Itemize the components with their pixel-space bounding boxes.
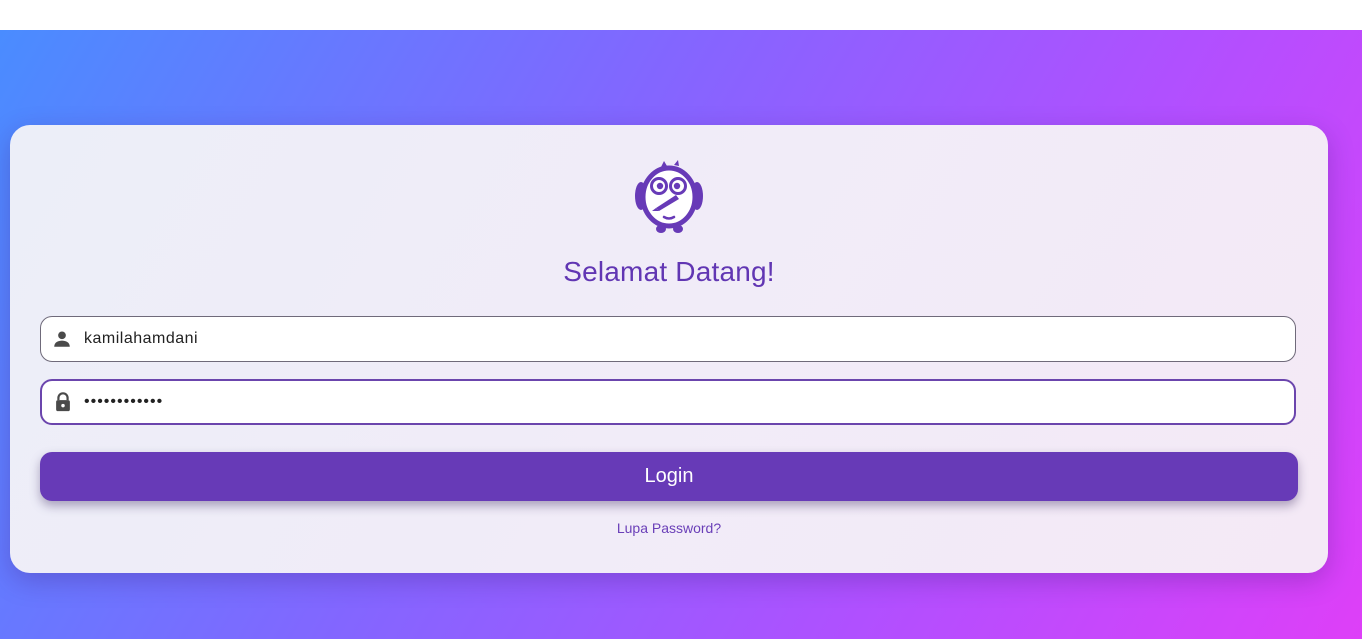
login-card: Selamat Datang! Login Lupa Password?: [10, 125, 1328, 573]
forgot-password-link[interactable]: Lupa Password?: [10, 520, 1328, 536]
person-icon: [54, 331, 70, 347]
owl-logo-icon: [635, 160, 703, 233]
username-input[interactable]: [84, 317, 1274, 361]
lock-icon: [56, 392, 70, 412]
password-input[interactable]: [84, 381, 1274, 423]
page-title: Selamat Datang!: [563, 256, 775, 287]
login-button[interactable]: Login: [40, 452, 1298, 501]
top-whitespace: [0, 0, 1362, 30]
password-field[interactable]: [40, 379, 1296, 425]
username-field[interactable]: [40, 316, 1296, 362]
